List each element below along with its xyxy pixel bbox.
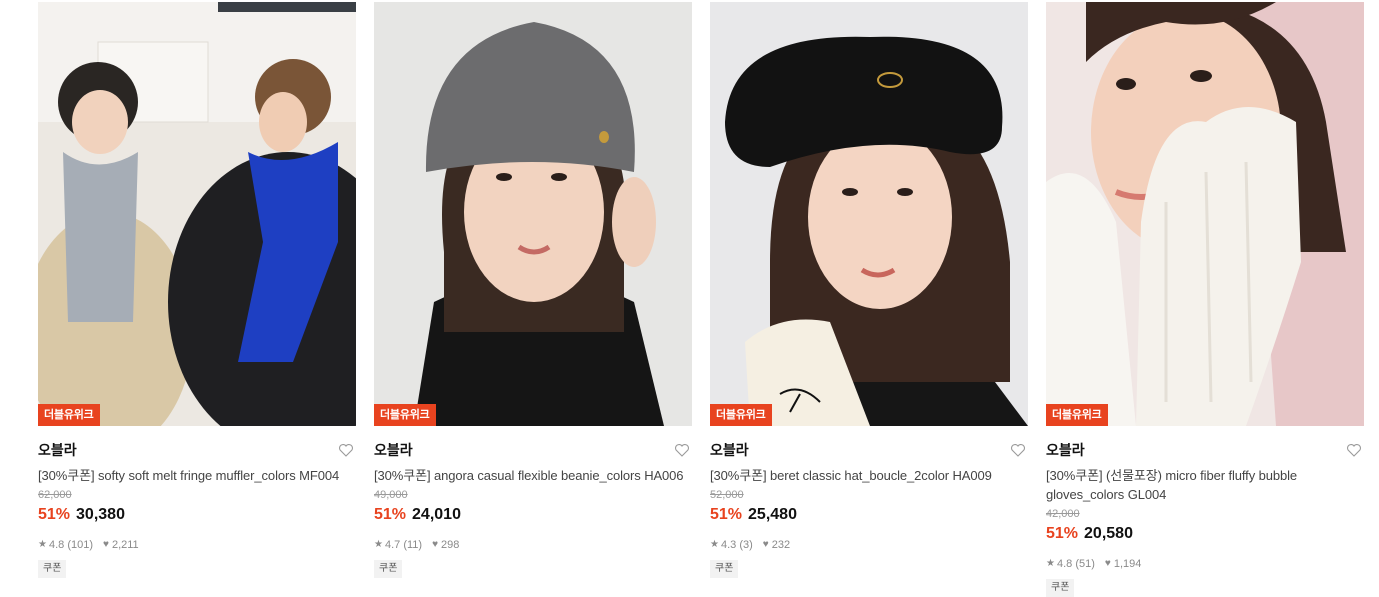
promo-badge: 더블유위크 bbox=[1046, 404, 1108, 426]
sale-price: 24,010 bbox=[412, 506, 461, 523]
coupon-tag: 쿠폰 bbox=[374, 560, 403, 578]
coupon-tag: 쿠폰 bbox=[1046, 579, 1075, 597]
star-icon: ★ bbox=[38, 539, 47, 550]
product-title[interactable]: [30%쿠폰] softy soft melt fringe muffler_c… bbox=[38, 466, 356, 485]
brand-name[interactable]: 오블라 bbox=[374, 442, 692, 459]
sale-price: 30,380 bbox=[76, 506, 125, 523]
heart-filled-icon: ♥ bbox=[1104, 558, 1111, 569]
brand-name[interactable]: 오블라 bbox=[38, 442, 356, 459]
wishlist-heart-icon[interactable] bbox=[1346, 442, 1362, 458]
likes-count: 232 bbox=[771, 539, 791, 551]
heart-filled-icon: ♥ bbox=[432, 539, 439, 550]
star-icon: ★ bbox=[374, 539, 383, 550]
promo-badge: 더블유위크 bbox=[374, 404, 436, 426]
discount-rate: 51% bbox=[710, 506, 743, 523]
product-photo bbox=[374, 2, 692, 426]
product-card[interactable]: 더블유위크 오블라 [30%쿠폰] beret classic hat_bouc… bbox=[710, 2, 1028, 597]
brand-name[interactable]: 오블라 bbox=[710, 442, 1028, 459]
product-title[interactable]: [30%쿠폰] (선물포장) micro fiber fluffy bubble… bbox=[1046, 466, 1364, 504]
product-meta: ★ 4.7 (11) ♥ 298 bbox=[374, 538, 692, 552]
product-photo bbox=[1046, 2, 1364, 426]
rating-value: 4.7 bbox=[384, 539, 401, 551]
original-price: 49,000 bbox=[374, 489, 408, 501]
coupon-tag: 쿠폰 bbox=[710, 560, 739, 578]
review-count: (51) bbox=[1075, 558, 1095, 570]
wishlist-heart-icon[interactable] bbox=[1010, 442, 1026, 458]
product-meta: ★ 4.3 (3) ♥ 232 bbox=[710, 538, 1028, 552]
product-title[interactable]: [30%쿠폰] beret classic hat_boucle_2color … bbox=[710, 466, 1028, 485]
sale-price: 25,480 bbox=[748, 506, 797, 523]
sale-price: 20,580 bbox=[1084, 525, 1133, 542]
wishlist-heart-icon[interactable] bbox=[674, 442, 690, 458]
product-meta: ★ 4.8 (51) ♥ 1,194 bbox=[1046, 557, 1364, 571]
brand-name[interactable]: 오블라 bbox=[1046, 442, 1364, 459]
product-card[interactable]: 더블유위크 오블라 [30%쿠폰] softy soft melt fringe… bbox=[38, 2, 356, 597]
likes-count: 1,194 bbox=[1113, 558, 1142, 570]
discount-rate: 51% bbox=[38, 506, 71, 523]
product-image[interactable]: 더블유위크 bbox=[1046, 2, 1364, 426]
heart-filled-icon: ♥ bbox=[762, 539, 769, 550]
rating-value: 4.8 bbox=[1056, 558, 1073, 570]
star-icon: ★ bbox=[710, 539, 719, 550]
product-image[interactable]: 더블유위크 bbox=[38, 2, 356, 426]
coupon-tag: 쿠폰 bbox=[38, 560, 67, 578]
product-photo bbox=[710, 2, 1028, 426]
product-card[interactable]: 더블유위크 오블라 [30%쿠폰] (선물포장) micro fiber flu… bbox=[1046, 2, 1364, 597]
rating-value: 4.3 bbox=[720, 539, 737, 551]
product-title[interactable]: [30%쿠폰] angora casual flexible beanie_co… bbox=[374, 466, 692, 485]
discount-rate: 51% bbox=[374, 506, 407, 523]
star-icon: ★ bbox=[1046, 558, 1055, 569]
review-count: (11) bbox=[403, 539, 423, 551]
rating-value: 4.8 bbox=[48, 539, 65, 551]
promo-badge: 더블유위크 bbox=[38, 404, 100, 426]
wishlist-heart-icon[interactable] bbox=[338, 442, 354, 458]
product-image[interactable]: 더블유위크 bbox=[710, 2, 1028, 426]
product-meta: ★ 4.8 (101) ♥ 2,211 bbox=[38, 538, 356, 552]
product-card[interactable]: 더블유위크 오블라 [30%쿠폰] angora casual flexible… bbox=[374, 2, 692, 597]
review-count: (101) bbox=[67, 539, 94, 551]
discount-rate: 51% bbox=[1046, 525, 1079, 542]
original-price: 52,000 bbox=[710, 489, 744, 501]
product-image[interactable]: 더블유위크 bbox=[374, 2, 692, 426]
original-price: 62,000 bbox=[38, 489, 72, 501]
review-count: (3) bbox=[739, 539, 753, 551]
promo-badge: 더블유위크 bbox=[710, 404, 772, 426]
likes-count: 298 bbox=[441, 539, 460, 551]
original-price: 42,000 bbox=[1046, 508, 1080, 520]
heart-filled-icon: ♥ bbox=[103, 539, 109, 550]
likes-count: 2,211 bbox=[111, 539, 139, 551]
product-photo bbox=[38, 2, 356, 426]
product-grid: 더블유위크 오블라 [30%쿠폰] softy soft melt fringe… bbox=[0, 0, 1379, 597]
